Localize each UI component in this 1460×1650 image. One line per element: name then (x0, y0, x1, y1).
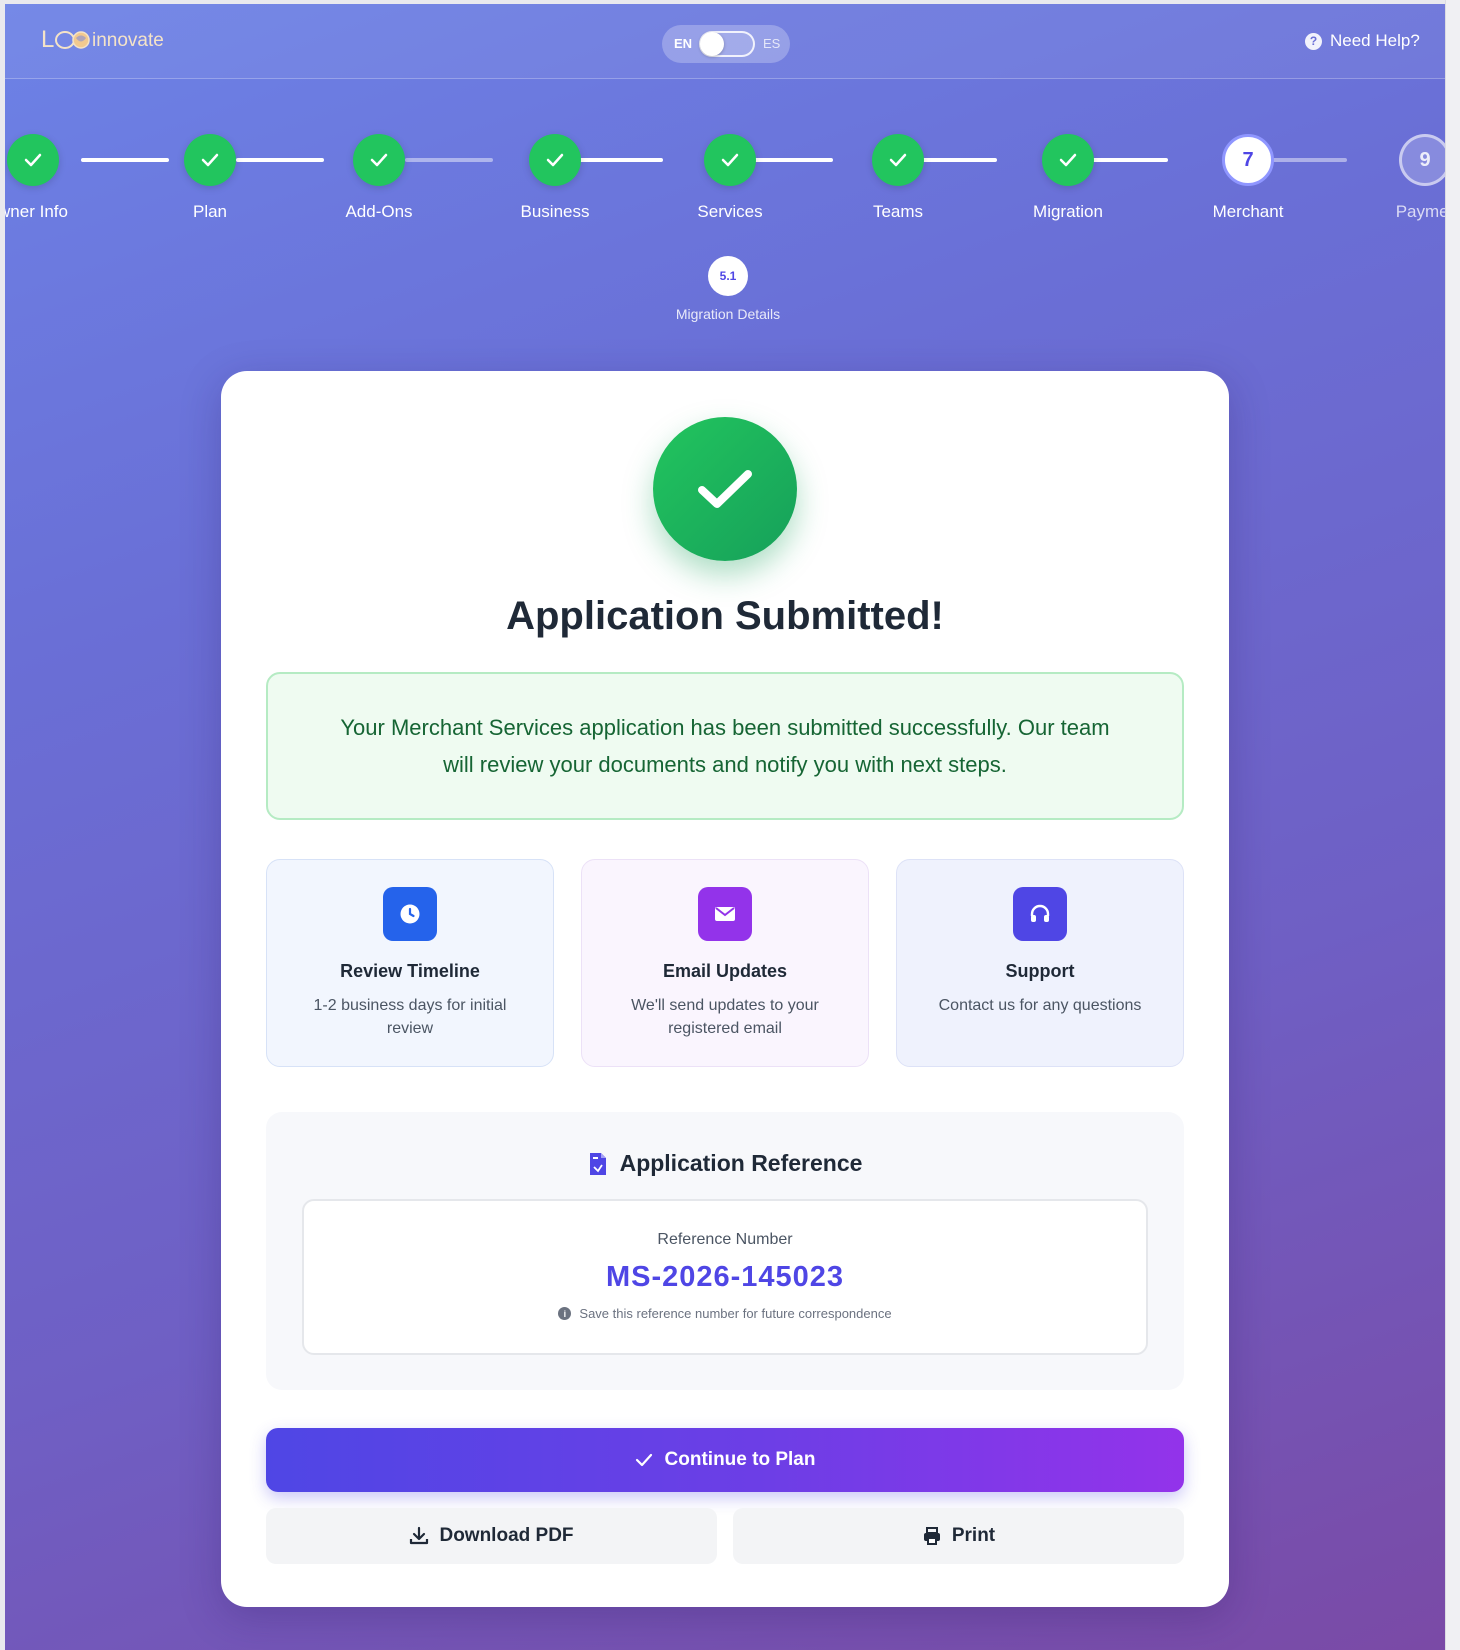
check-icon (635, 1453, 652, 1467)
clock-icon (383, 887, 437, 941)
print-button-label: Print (951, 1525, 996, 1546)
info-card-email-updates: Email Updates We'll send updates to your… (581, 859, 869, 1067)
step-label: Merchant (1212, 202, 1284, 221)
envelope-icon (698, 887, 752, 941)
info-card-support: Support Contact us for any questions (896, 859, 1184, 1067)
lang-en-label: EN (674, 36, 693, 51)
continue-button-label: Continue to Plan (664, 1449, 816, 1470)
info-card-review-timeline: Review Timeline 1-2 business days for in… (266, 859, 554, 1067)
info-desc: Contact us for any questions (938, 997, 1142, 1014)
step-circle-add-ons[interactable] (353, 134, 405, 186)
check-icon (889, 153, 907, 167)
svg-text:L: L (41, 26, 54, 53)
application-reference-section: Application Reference Reference Number M… (266, 1112, 1184, 1390)
step-connector (405, 158, 493, 162)
toggle-knob[interactable] (700, 32, 724, 56)
download-button-label: Download PDF (439, 1525, 574, 1546)
step-circle-owner-info[interactable] (7, 134, 59, 186)
download-pdf-button[interactable]: Download PDF (266, 1508, 717, 1564)
check-icon (546, 153, 564, 167)
need-help-link[interactable]: ? Need Help? (1305, 31, 1420, 51)
substep-circle[interactable]: 5.1 (708, 256, 748, 296)
check-icon (1059, 153, 1077, 167)
info-title: Support (1005, 961, 1075, 981)
success-message: Your Merchant Services application has b… (266, 672, 1184, 820)
printer-icon (923, 1527, 940, 1545)
confirmation-card: Application Submitted! Your Merchant Ser… (221, 371, 1229, 1607)
step-circle-migration[interactable] (1042, 134, 1094, 186)
headset-icon (1013, 887, 1067, 941)
reference-label: Reference Number (657, 1231, 793, 1248)
check-icon (370, 153, 388, 167)
step-connector (81, 158, 169, 162)
check-icon (24, 153, 42, 167)
info-title: Review Timeline (340, 961, 480, 981)
scrollbar[interactable] (1445, 0, 1460, 1650)
step-label: Paymer (1395, 202, 1445, 221)
app-window: L innovate EN ES ? Need Help? 7 9 wner I… (5, 4, 1445, 1650)
language-toggle[interactable]: EN ES (662, 25, 790, 63)
step-label: wner Info (5, 202, 68, 221)
info-circle-icon: i (558, 1307, 572, 1320)
page-title: Application Submitted! (506, 594, 944, 638)
reference-note: i Save this reference number for future … (304, 1306, 1146, 1321)
info-desc: We'll send updates to your registered em… (631, 997, 819, 1037)
step-circle-business[interactable] (529, 134, 581, 186)
step-circle-merchant[interactable]: 7 (1222, 134, 1274, 186)
reference-heading-label: Application Reference (619, 1150, 863, 1176)
substep-label: Migration Details (675, 306, 781, 322)
step-circle-plan[interactable] (184, 134, 236, 186)
download-icon (410, 1526, 429, 1545)
info-title: Email Updates (662, 961, 788, 981)
continue-to-plan-button[interactable]: Continue to Plan (266, 1428, 1184, 1492)
svg-text:innovate: innovate (92, 30, 164, 51)
step-circle-services[interactable] (704, 134, 756, 186)
step-connector (575, 158, 663, 162)
info-desc: 1-2 business days for initial review (313, 997, 507, 1037)
step-label: Add-Ons (345, 202, 413, 221)
lang-es-label: ES (763, 36, 781, 51)
step-label: Services (697, 202, 763, 221)
substep-indicator: 5.1 Migration Details (628, 256, 828, 322)
check-icon (201, 153, 219, 167)
step-connector (745, 158, 833, 162)
brand-logo[interactable]: L innovate (41, 22, 171, 56)
check-icon (721, 153, 739, 167)
reference-note-text: Save this reference number for future co… (579, 1306, 892, 1321)
step-circle-teams[interactable] (872, 134, 924, 186)
top-bar: L innovate EN ES ? Need Help? (5, 4, 1445, 79)
step-label: Business (520, 202, 590, 221)
document-icon (589, 1152, 606, 1175)
question-circle-icon: ? (1305, 32, 1322, 50)
progress-stepper: 7 9 wner Info Plan Add-Ons Business Serv… (5, 130, 1445, 230)
reference-number[interactable]: MS-2026-145023 (304, 1261, 1146, 1294)
step-circle-payment[interactable]: 9 (1399, 134, 1445, 186)
need-help-label: Need Help? (1330, 31, 1420, 50)
print-button[interactable]: Print (733, 1508, 1184, 1564)
success-check-icon (653, 417, 797, 561)
step-label: Plan (192, 202, 228, 221)
reference-heading: Application Reference (266, 1150, 1184, 1177)
reference-box: Reference Number MS-2026-145023 i Save t… (302, 1199, 1148, 1355)
step-label: Teams (872, 202, 924, 221)
step-label: Migration (1033, 202, 1103, 221)
step-connector (236, 158, 324, 162)
